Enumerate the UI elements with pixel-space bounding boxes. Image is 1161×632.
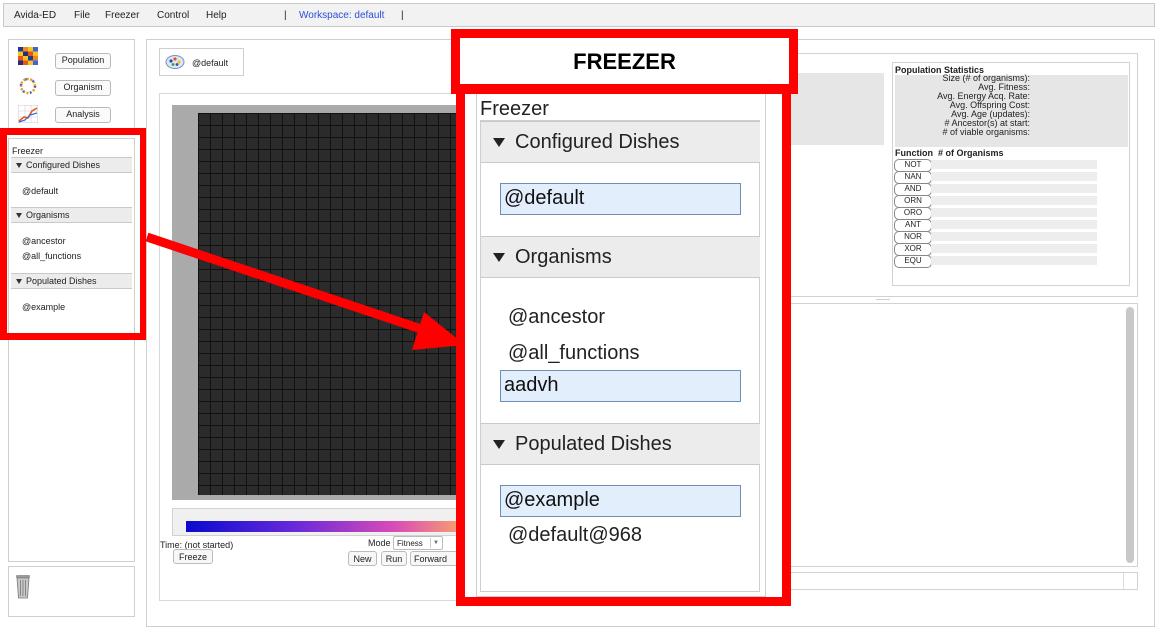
arrow-icon xyxy=(145,232,465,350)
